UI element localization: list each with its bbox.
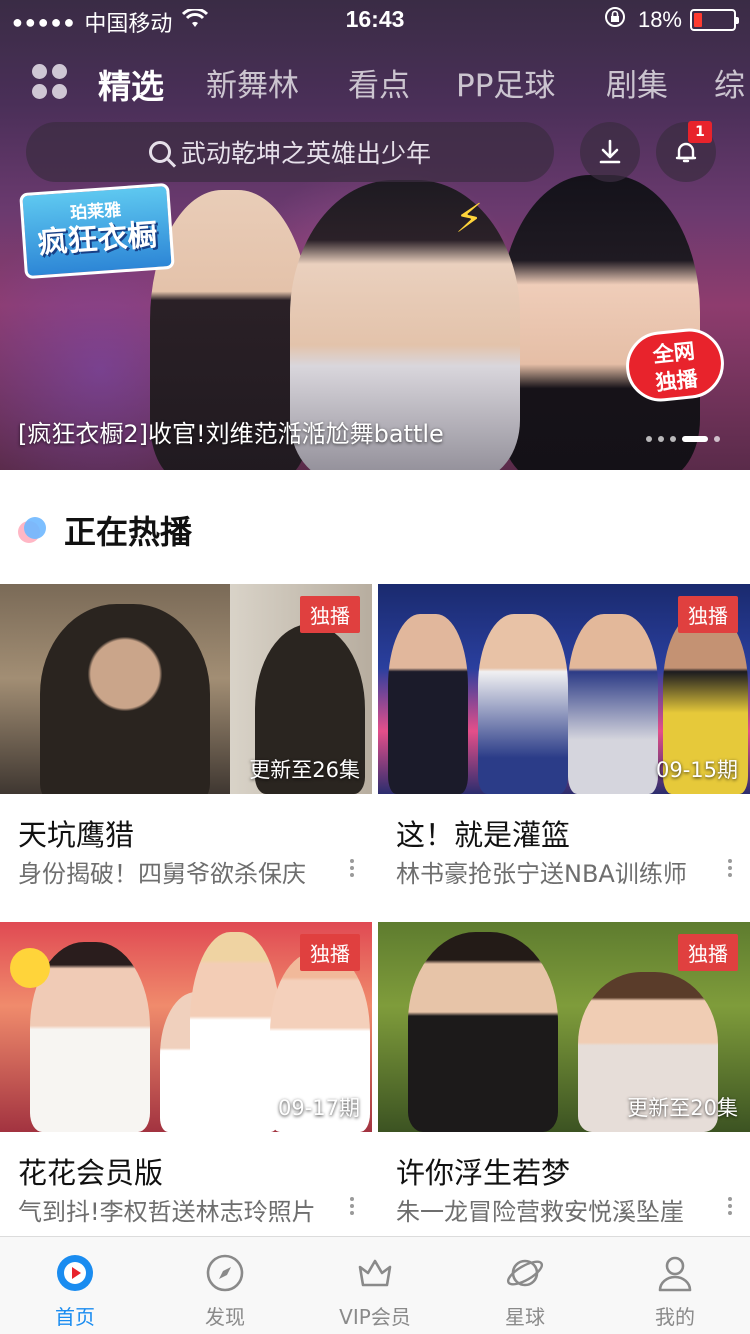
video-card[interactable]: 独播 更新至26集 天坑鹰猎 身份揭破！四舅爷欲杀保庆 — [0, 584, 372, 904]
video-card[interactable]: 独播 更新至20集 许你浮生若梦 朱一龙冒险营救安悦溪坠崖 — [378, 922, 750, 1242]
compass-icon — [206, 1254, 244, 1292]
tab-variety[interactable]: 综 — [714, 60, 745, 105]
video-title[interactable]: 许你浮生若梦 — [396, 1150, 570, 1192]
nav-vip[interactable]: VIP会员 — [300, 1237, 450, 1334]
section-title: 正在热播 — [64, 513, 193, 551]
tab-new-dance[interactable]: 新舞林 — [206, 60, 299, 105]
status-bar: ●●●●● 中国移动 16:43 18% — [0, 0, 750, 40]
video-subtitle: 气到抖!李权哲送林志玲照片 — [18, 1198, 316, 1226]
battery-icon — [690, 9, 739, 31]
exclusive-tag: 独播 — [678, 934, 738, 971]
episode-status: 更新至26集 — [249, 758, 360, 782]
tab-highlights[interactable]: 看点 — [348, 60, 410, 105]
crown-icon — [358, 1259, 392, 1287]
search-bar[interactable]: 武动乾坤之英雄出少年 — [26, 122, 554, 182]
pager-dot — [714, 436, 720, 442]
tab-drama[interactable]: 剧集 — [606, 60, 668, 105]
nav-profile[interactable]: 我的 — [600, 1237, 750, 1334]
channel-tabs: 精选 新舞林 看点 PP足球 剧集 综 — [0, 56, 750, 106]
pager-dot — [658, 436, 664, 442]
nav-planet[interactable]: 星球 — [450, 1237, 600, 1334]
nav-home[interactable]: 首页 — [0, 1237, 150, 1334]
pager-dot — [646, 436, 652, 442]
category-grid-icon[interactable] — [32, 64, 68, 100]
search-placeholder: 武动乾坤之英雄出少年 — [180, 139, 431, 168]
tab-featured[interactable]: 精选 — [98, 60, 164, 108]
video-thumbnail[interactable]: 独播 09-15期 — [378, 584, 750, 794]
exclusive-tag: 独播 — [300, 934, 360, 971]
episode-status: 09-17期 — [277, 1096, 360, 1120]
search-icon — [148, 141, 171, 163]
episode-status: 更新至20集 — [627, 1096, 738, 1120]
more-options-icon[interactable] — [348, 856, 356, 880]
emoji-sticker — [10, 948, 50, 988]
planet-icon — [506, 1259, 544, 1287]
video-card[interactable]: 独播 09-15期 这！就是灌篮 林书豪抢张宁送NBA训练师 — [378, 584, 750, 904]
hero-caption[interactable]: [疯狂衣橱2]收官!刘维范湉湉尬舞battle — [18, 414, 444, 449]
video-subtitle: 身份揭破！四舅爷欲杀保庆 — [18, 860, 306, 888]
more-options-icon[interactable] — [348, 1194, 356, 1218]
person-icon — [658, 1256, 692, 1292]
show-logo: 珀莱雅 疯狂衣橱 — [19, 182, 175, 280]
more-options-icon[interactable] — [726, 856, 734, 880]
home-play-icon — [57, 1255, 93, 1291]
exclusive-tag: 独播 — [300, 596, 360, 633]
video-title[interactable]: 这！就是灌篮 — [396, 812, 570, 854]
nav-discover[interactable]: 发现 — [150, 1237, 300, 1334]
notification-count-badge: 1 — [688, 121, 712, 143]
lightning-icon: ⚡ — [455, 196, 484, 242]
download-icon — [599, 139, 621, 164]
video-subtitle: 林书豪抢张宁送NBA训练师 — [396, 860, 687, 888]
bottom-tab-bar: 首页 发现 VIP会员 星球 我的 — [0, 1236, 750, 1334]
video-thumbnail[interactable]: 独播 09-17期 — [0, 922, 372, 1132]
carousel-pager — [646, 436, 726, 442]
video-card[interactable]: 独播 09-17期 花花会员版 气到抖!李权哲送林志玲照片 — [0, 922, 372, 1242]
video-thumbnail[interactable]: 独播 更新至26集 — [0, 584, 372, 794]
video-title[interactable]: 天坑鹰猎 — [18, 812, 134, 854]
battery-percent: 18% — [637, 7, 682, 32]
pager-dot — [670, 436, 676, 442]
video-title[interactable]: 花花会员版 — [18, 1150, 163, 1192]
tab-pp-football[interactable]: PP足球 — [456, 60, 555, 105]
pager-dot-active — [682, 436, 708, 442]
download-button[interactable] — [580, 122, 640, 182]
exclusive-tag: 独播 — [678, 596, 738, 633]
more-options-icon[interactable] — [726, 1194, 734, 1218]
video-thumbnail[interactable]: 独播 更新至20集 — [378, 922, 750, 1132]
rotation-lock-icon — [604, 6, 626, 34]
section-dot-icon — [18, 515, 48, 545]
section-header: 正在热播 — [18, 506, 192, 554]
hero-person-right — [500, 175, 700, 470]
episode-status: 09-15期 — [655, 758, 738, 782]
video-subtitle: 朱一龙冒险营救安悦溪坠崖 — [396, 1198, 684, 1226]
